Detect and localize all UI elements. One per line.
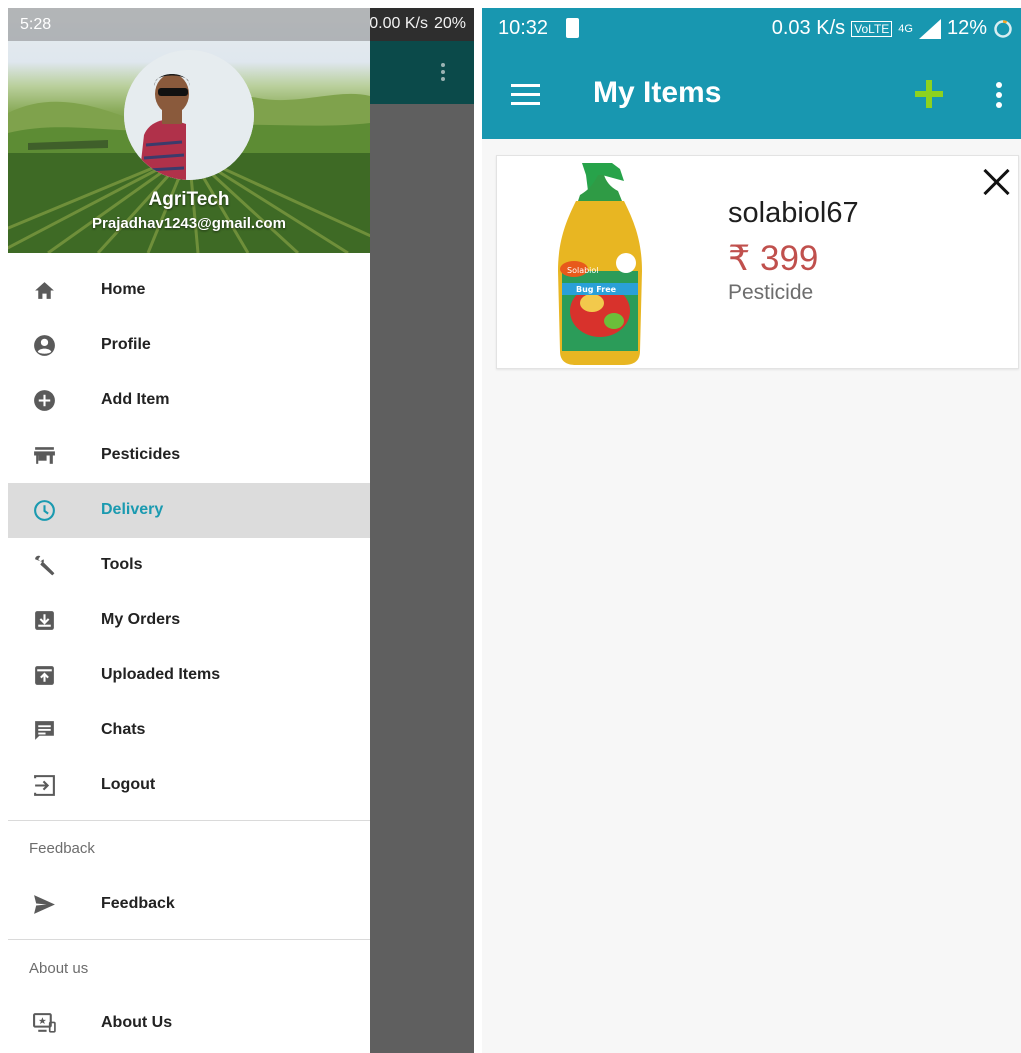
menu-item-delivery[interactable]: Delivery: [8, 483, 370, 538]
person-photo: [124, 50, 254, 180]
battery-percent: 12%: [946, 17, 987, 39]
home-icon: [35, 282, 54, 299]
left-phone-screen: 0.00 K/s 20% 5:28 AgriTech Prajadhav1243…: [8, 8, 474, 1053]
menu-label-about-us: About Us: [101, 1014, 173, 1031]
right-phone-screen: 10:32 0.03 K/s VoLTE 4G 12% My Items Sol…: [482, 8, 1021, 1053]
avatar[interactable]: [124, 50, 254, 180]
menu-item-logout[interactable]: Logout: [8, 758, 370, 813]
user-name: AgriTech: [148, 189, 230, 210]
drawer-status-bar: 5:28: [8, 8, 370, 41]
more-options-icon[interactable]: [441, 63, 445, 81]
menu-label-add-item: Add Item: [101, 391, 170, 408]
menu-label-logout: Logout: [101, 776, 156, 793]
menu-label-profile: Profile: [101, 336, 151, 353]
status-time: 5:28: [20, 16, 52, 33]
menu-icon[interactable]: [511, 84, 540, 105]
divider: [8, 820, 370, 821]
item-name: solabiol67: [728, 197, 859, 229]
background-app-bar: [370, 41, 474, 104]
drawer-header: 5:28 AgriTech Prajadhav1243@gmail.com: [8, 8, 370, 253]
app-bar: My Items: [482, 46, 1021, 139]
navigation-drawer: 5:28 AgriTech Prajadhav1243@gmail.com Ho…: [8, 8, 370, 1053]
product-brand-label: Solabiol: [567, 266, 599, 275]
menu-label-uploaded-items: Uploaded Items: [101, 666, 221, 683]
product-image: Solabiol Bug Free: [558, 163, 642, 365]
close-icon[interactable]: [983, 168, 1011, 196]
menu-item-uploaded-items[interactable]: Uploaded Items: [8, 648, 370, 703]
monitor-star-icon: [33, 1013, 56, 1033]
menu-item-home[interactable]: Home: [8, 263, 370, 318]
menu-item-profile[interactable]: Profile: [8, 318, 370, 373]
add-item-button[interactable]: [915, 80, 943, 108]
user-email: Prajadhav1243@gmail.com: [92, 215, 286, 232]
menu-item-feedback[interactable]: Feedback: [8, 877, 370, 932]
signal-icon: [918, 18, 941, 39]
logout-icon: [34, 775, 55, 796]
battery-charging-icon: [566, 18, 579, 38]
send-icon: [34, 895, 55, 914]
wrench-icon: [35, 555, 55, 576]
menu-label-pesticides: Pesticides: [101, 446, 181, 463]
menu-item-my-orders[interactable]: My Orders: [8, 593, 370, 648]
chat-icon: [35, 721, 54, 740]
battery-ring-icon: [994, 19, 1012, 38]
battery-percent: 20%: [433, 15, 466, 32]
network-type: 4G: [898, 22, 913, 35]
section-title-about: About us: [29, 960, 89, 977]
product-name-label: Bug Free: [576, 285, 617, 294]
store-icon: [34, 447, 55, 464]
upload-box-icon: [35, 666, 54, 685]
add-circle-icon: [34, 390, 55, 411]
menu-label-chats: Chats: [101, 721, 146, 738]
menu-item-chats[interactable]: Chats: [8, 703, 370, 758]
status-time: 10:32: [498, 17, 549, 39]
clock-icon: [34, 500, 55, 521]
network-speed: 0.00 K/s: [369, 15, 428, 32]
menu-item-pesticides[interactable]: Pesticides: [8, 428, 370, 483]
menu-item-tools[interactable]: Tools: [8, 538, 370, 593]
menu-label-tools: Tools: [101, 556, 143, 573]
menu-label-delivery: Delivery: [101, 501, 164, 518]
menu-label-feedback: Feedback: [101, 895, 175, 912]
divider: [8, 939, 370, 940]
item-category: Pesticide: [728, 281, 814, 304]
item-price: ₹ 399: [728, 239, 819, 278]
menu-item-add-item[interactable]: Add Item: [8, 373, 370, 428]
section-title-feedback: Feedback: [29, 840, 95, 857]
more-options-icon[interactable]: [996, 82, 1002, 108]
download-box-icon: [35, 611, 54, 630]
volte-badge: VoLTE: [851, 20, 893, 37]
menu-label-home: Home: [101, 281, 146, 298]
network-speed: 0.03 K/s: [771, 17, 846, 39]
menu-item-about-us[interactable]: About Us: [8, 996, 370, 1051]
profile-icon: [34, 335, 55, 356]
page-title: My Items: [593, 76, 722, 109]
status-bar: 10:32 0.03 K/s VoLTE 4G 12%: [482, 8, 1021, 46]
item-card[interactable]: Solabiol Bug Free solabiol67 ₹ 399 Pesti…: [496, 155, 1019, 369]
menu-label-my-orders: My Orders: [101, 611, 181, 628]
